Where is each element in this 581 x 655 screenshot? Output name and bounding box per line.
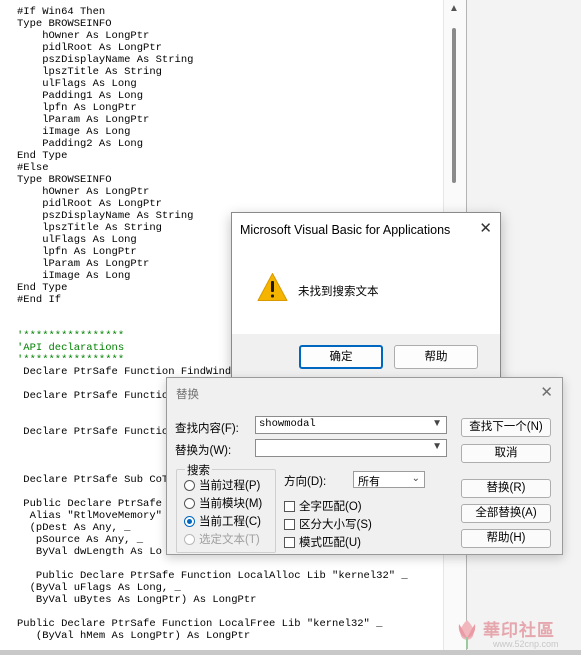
watermark: 華印社區 www.52cnp.com (451, 612, 579, 655)
radio-icon[interactable] (184, 497, 195, 509)
code-line[interactable]: ulFlags As Long (17, 78, 408, 90)
radio-checked-icon[interactable] (184, 515, 195, 527)
cancel-button[interactable]: 取消 (461, 444, 551, 463)
replace-button[interactable]: 替换(R) (461, 479, 551, 498)
chevron-down-icon[interactable]: ▼ (432, 441, 442, 452)
option-label: 模式匹配(U) (299, 537, 361, 549)
direction-value: 所有 (358, 476, 380, 488)
code-line[interactable]: hOwner As LongPtr (17, 186, 408, 198)
watermark-url: www.52cnp.com (493, 639, 559, 649)
find-next-button[interactable]: 查找下一个(N) (461, 418, 551, 437)
code-line[interactable] (17, 558, 408, 570)
find-input-value: showmodal (259, 418, 316, 430)
replace-all-button[interactable]: 全部替换(A) (461, 504, 551, 523)
match-case-option[interactable]: 区分大小写(S) (284, 516, 372, 532)
code-line[interactable]: End Type (17, 150, 408, 162)
code-line[interactable]: Type BROWSEINFO (17, 174, 408, 186)
code-line[interactable]: (ByVal hMem As LongPtr) As LongPtr (17, 630, 408, 642)
watermark-text: 華印社區 (483, 621, 555, 641)
code-line[interactable]: (ByVal uFlags As Long, _ (17, 582, 408, 594)
checkbox-icon[interactable] (284, 536, 295, 548)
code-line[interactable]: Padding1 As Long (17, 90, 408, 102)
message-box-title: Microsoft Visual Basic for Applications (240, 223, 451, 237)
close-icon[interactable]: ✕ (479, 219, 492, 237)
checkbox-icon[interactable] (284, 518, 295, 530)
replace-input[interactable]: ▼ (255, 439, 447, 457)
scope-selected-text: 选定文本(T) (184, 531, 260, 547)
ok-button[interactable]: 确定 (299, 345, 383, 369)
help-button[interactable]: 帮助(H) (461, 529, 551, 548)
radio-icon[interactable] (184, 479, 195, 491)
code-line[interactable]: lpfn As LongPtr (17, 102, 408, 114)
scope-option-label: 当前模块(M) (199, 498, 263, 510)
code-line[interactable]: #Else (17, 162, 408, 174)
replace-dialog: 替换 ✕ 查找内容(F): showmodal ▼ 替换为(W): ▼ 搜索 当… (166, 377, 563, 555)
code-line[interactable]: Public Declare PtrSafe Function LocalAll… (17, 570, 408, 582)
scope-option-label: 选定文本(T) (199, 534, 260, 546)
whole-word-option[interactable]: 全字匹配(O) (284, 498, 362, 514)
chevron-down-icon[interactable]: ⌄ (412, 473, 420, 484)
message-text: 未找到搜索文本 (298, 286, 379, 298)
scope-current-project[interactable]: 当前工程(C) (184, 513, 261, 529)
scope-option-label: 当前工程(C) (199, 516, 261, 528)
tulip-logo-icon (458, 620, 476, 649)
option-label: 区分大小写(S) (299, 519, 372, 531)
replace-label: 替换为(W): (175, 445, 232, 457)
code-line[interactable]: Public Declare PtrSafe Function LocalFre… (17, 618, 408, 630)
code-line[interactable]: lParam As LongPtr (17, 114, 408, 126)
code-line[interactable] (17, 606, 408, 618)
code-line[interactable]: hOwner As LongPtr (17, 30, 408, 42)
message-box: Microsoft Visual Basic for Applications … (231, 212, 501, 378)
code-line[interactable]: iImage As Long (17, 126, 408, 138)
checkbox-icon[interactable] (284, 500, 295, 512)
code-line[interactable]: pidlRoot As LongPtr (17, 198, 408, 210)
code-line[interactable]: #If Win64 Then (17, 6, 408, 18)
code-line[interactable]: ByVal uBytes As LongPtr) As LongPtr (17, 594, 408, 606)
scope-option-label: 当前过程(P) (199, 480, 261, 492)
scope-current-module[interactable]: 当前模块(M) (184, 495, 262, 511)
warning-icon (257, 273, 288, 301)
radio-icon (184, 533, 195, 545)
code-line[interactable]: Type BROWSEINFO (17, 18, 408, 30)
close-icon[interactable]: ✕ (540, 383, 553, 401)
find-label: 查找内容(F): (175, 423, 239, 435)
code-line[interactable]: pszDisplayName As String (17, 54, 408, 66)
replace-dialog-title: 替换 (176, 389, 199, 401)
scroll-up-icon[interactable]: ▲ (449, 3, 459, 14)
search-group-title: 搜索 (185, 462, 212, 478)
pattern-match-option[interactable]: 模式匹配(U) (284, 534, 361, 550)
code-line[interactable]: pidlRoot As LongPtr (17, 42, 408, 54)
message-box-footer: 确定 帮助 (232, 334, 500, 377)
direction-select[interactable]: 所有 ⌄ (353, 471, 425, 488)
help-button[interactable]: 帮助 (394, 345, 478, 369)
option-label: 全字匹配(O) (299, 501, 362, 513)
scope-current-procedure[interactable]: 当前过程(P) (184, 477, 260, 493)
direction-label: 方向(D): (284, 476, 327, 488)
code-line[interactable]: Padding2 As Long (17, 138, 408, 150)
find-input[interactable]: showmodal ▼ (255, 416, 447, 434)
search-scope-group: 搜索 当前过程(P) 当前模块(M) 当前工程(C) 选定文本(T) (176, 462, 276, 553)
code-line[interactable]: lpszTitle As String (17, 66, 408, 78)
scrollbar-thumb[interactable] (452, 28, 456, 183)
chevron-down-icon[interactable]: ▼ (432, 418, 442, 429)
